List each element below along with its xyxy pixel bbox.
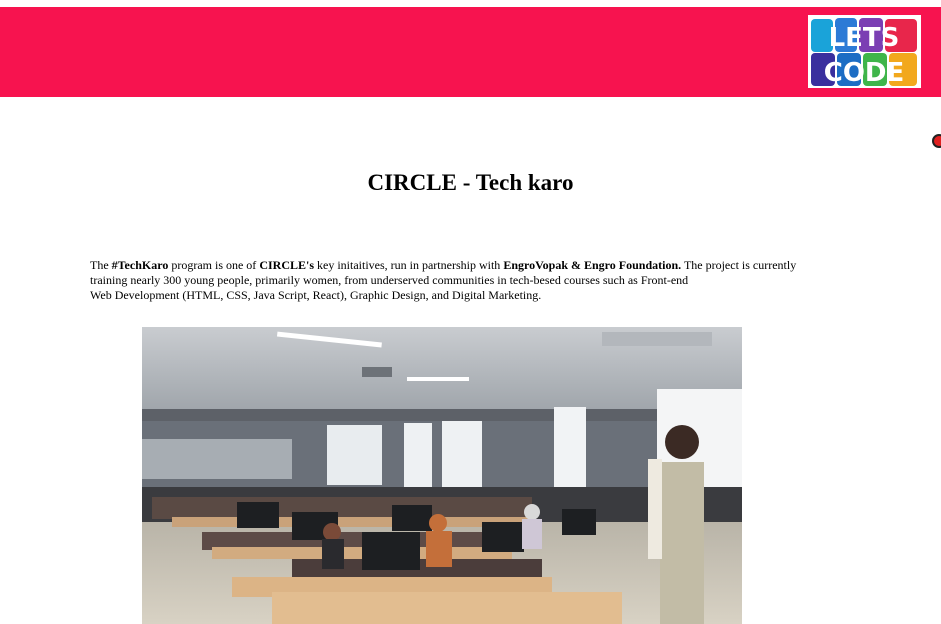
lets-code-logo[interactable]: LETS CODE	[808, 15, 921, 88]
intro-text-5: Web Development (HTML, CSS, Java Script,…	[90, 288, 542, 302]
classroom-photo	[142, 327, 742, 624]
header-bar: LETS CODE	[0, 7, 941, 97]
intro-bold-circle: CIRCLE's	[259, 258, 314, 272]
intro-text-3: key initaitives, run in partnership with	[314, 258, 504, 272]
intro-text-2: program is one of	[168, 258, 260, 272]
intro-paragraph: The #TechKaro program is one of CIRCLE's…	[90, 258, 810, 303]
intro-text-1: The	[90, 258, 112, 272]
intro-bold-partner: EngroVopak & Engro Foundation.	[503, 258, 682, 272]
intro-bold-techkaro: #TechKaro	[111, 258, 169, 272]
logo-line2: CODE	[824, 58, 905, 88]
page: LETS CODE CIRCLE - Tech karo The #TechKa…	[0, 0, 941, 624]
scroll-indicator-icon[interactable]	[932, 134, 941, 148]
page-title: CIRCLE - Tech karo	[367, 170, 574, 195]
logo-line1: LETS	[829, 23, 900, 53]
